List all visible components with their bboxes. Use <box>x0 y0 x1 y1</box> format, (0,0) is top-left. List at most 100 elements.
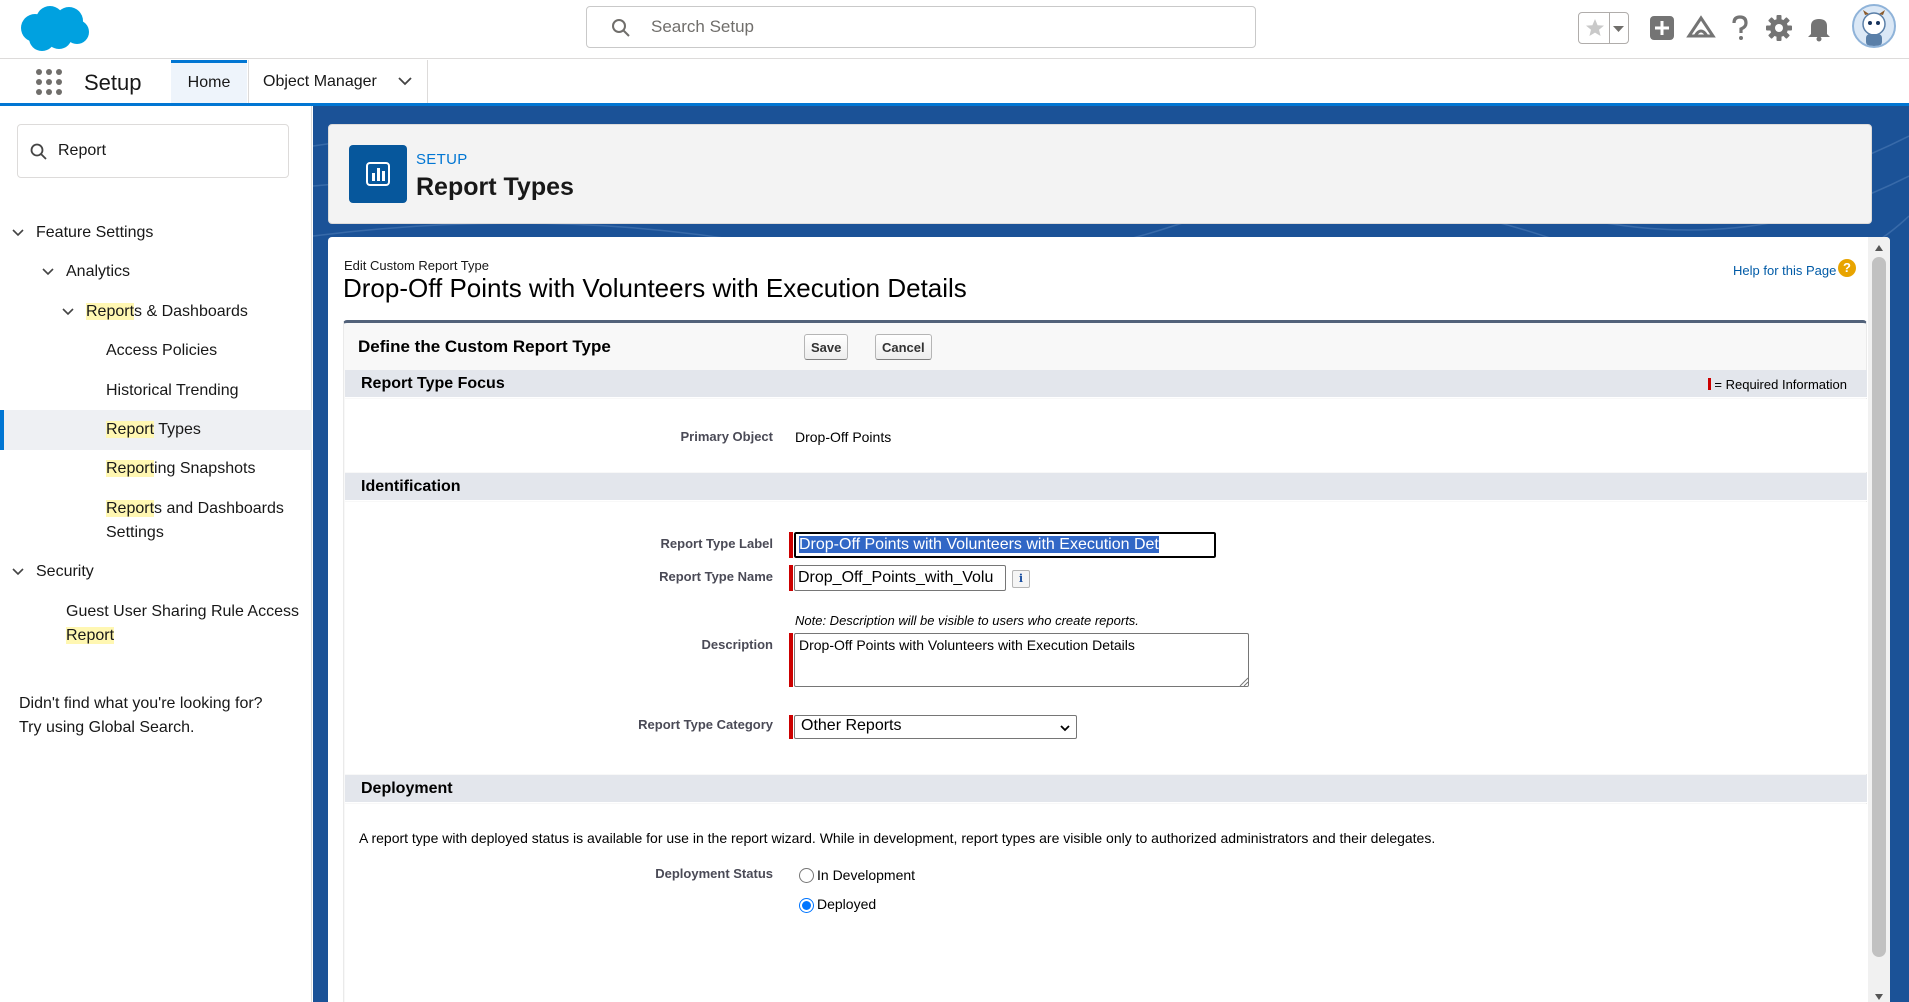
chevron-down-icon[interactable] <box>11 565 25 579</box>
setup-gear-icon[interactable] <box>1763 12 1795 44</box>
edit-title: Drop-Off Points with Volunteers with Exe… <box>343 273 967 303</box>
section-focus-body: Primary Object Drop-Off Points <box>345 399 1867 472</box>
caret-down-icon <box>1613 26 1624 32</box>
tree-item-label: Security <box>36 563 94 580</box>
tree-item-label: s & Dashboards <box>134 303 248 320</box>
edit-content-frame: Edit Custom Report Type Drop-Off Points … <box>328 237 1890 1002</box>
chevron-down-icon <box>1060 725 1070 732</box>
cancel-button[interactable]: Cancel <box>875 334 932 360</box>
tree-item-security[interactable]: Security <box>12 560 94 584</box>
chevron-down-icon[interactable] <box>61 305 75 319</box>
chevron-down-icon[interactable] <box>11 226 25 240</box>
tab-home[interactable]: Home <box>171 60 247 103</box>
report-type-label-input[interactable]: Drop-Off Points with Volunteers with Exe… <box>793 531 1217 559</box>
page-title: Report Types <box>416 173 574 201</box>
report-type-name-label: Report Type Name <box>659 569 773 584</box>
tree-item-analytics[interactable]: Analytics <box>42 260 131 284</box>
radio-in-development-label[interactable]: In Development <box>817 867 915 883</box>
user-avatar[interactable] <box>1852 4 1896 48</box>
vertical-scrollbar[interactable] <box>1868 237 1890 1002</box>
chevron-down-icon[interactable] <box>41 265 55 279</box>
global-actions-add-icon[interactable] <box>1646 12 1678 44</box>
chevron-down-icon[interactable] <box>397 73 413 89</box>
help-for-page-link[interactable]: Help for this Page <box>1733 263 1836 278</box>
section-title: Report Type Focus <box>361 375 505 392</box>
page-header: SETUP Report Types <box>328 124 1872 224</box>
required-legend-text: = Required Information <box>1714 377 1847 392</box>
tree-item-reporting-snapshots[interactable]: Reporting Snapshots <box>106 457 255 481</box>
star-icon <box>1586 19 1604 36</box>
tree-item-label: ing Snapshots <box>154 460 256 477</box>
favorites-group <box>1578 12 1629 44</box>
panel-title: Define the Custom Report Type <box>358 337 611 356</box>
quick-find-input[interactable] <box>58 140 278 162</box>
page-header-eyebrow: SETUP <box>416 151 468 168</box>
tab-object-manager-label: Object Manager <box>263 72 377 90</box>
trailhead-icon[interactable] <box>1685 12 1717 44</box>
section-report-type-focus: Report Type Focus = Required Information <box>345 370 1867 398</box>
global-search-input[interactable] <box>651 15 1231 39</box>
section-deployment: Deployment <box>345 775 1867 803</box>
tree-item-label: Analytics <box>66 263 131 280</box>
tree-item-report-types[interactable]: Report Types <box>106 418 201 442</box>
tab-object-manager[interactable]: Object Manager <box>248 60 428 103</box>
deployment-status-label: Deployment Status <box>655 866 773 881</box>
report-type-name-input[interactable] <box>794 565 1006 591</box>
salesforce-logo[interactable] <box>17 4 91 52</box>
global-header <box>0 0 1909 59</box>
required-indicator <box>789 633 793 687</box>
description-textarea[interactable]: Drop-Off Points with Volunteers with Exe… <box>794 633 1249 687</box>
report-type-category-select[interactable]: Other Reports <box>794 715 1077 739</box>
search-match-highlight: Report <box>106 421 155 438</box>
tree-item-label: Guest User Sharing Rule Access <box>66 603 299 620</box>
section-deployment-body: A report type with deployed status is av… <box>345 804 1867 1002</box>
not-found-line1: Didn't find what you're looking for? <box>19 695 263 712</box>
edit-eyebrow: Edit Custom Report Type <box>344 258 489 273</box>
tree-item-label: Feature Settings <box>36 224 154 241</box>
not-found-help-text: Didn't find what you're looking for? Try… <box>19 692 263 740</box>
tree-item-reports-dashboards[interactable]: Reports & Dashboards <box>62 300 248 324</box>
tree-item-reports-dashboards-settings[interactable]: Reports and Dashboards Settings <box>106 497 284 545</box>
app-nav-bar: Setup Home Object Manager <box>0 60 1909 106</box>
favorites-star-button[interactable] <box>1580 13 1610 43</box>
notifications-bell-icon[interactable] <box>1803 12 1835 44</box>
resize-handle-icon[interactable] <box>1238 676 1248 686</box>
info-icon[interactable]: i <box>1012 570 1030 588</box>
report-type-label-label: Report Type Label <box>660 536 773 551</box>
description-note: Note: Description will be visible to use… <box>795 613 1139 628</box>
description-label: Description <box>701 637 773 652</box>
app-launcher-icon[interactable] <box>35 68 63 96</box>
save-button[interactable]: Save <box>804 334 849 360</box>
section-title: Deployment <box>361 780 453 797</box>
required-marker <box>1708 378 1712 390</box>
setup-sidebar: Feature Settings Analytics Reports & Das… <box>0 106 312 1002</box>
scroll-down-arrow-icon[interactable] <box>1874 992 1884 1002</box>
search-match-highlight: Report <box>106 460 155 477</box>
radio-in-development[interactable] <box>799 868 814 883</box>
tree-item-label: Types <box>154 421 201 438</box>
quick-find-box[interactable] <box>17 124 289 178</box>
required-legend: = Required Information <box>1708 377 1847 392</box>
tree-item-label: Access Policies <box>106 342 218 359</box>
search-match-highlight: Report <box>86 303 135 320</box>
radio-deployed[interactable] <box>799 898 814 913</box>
help-icon[interactable]: ? <box>1838 259 1856 277</box>
primary-object-label: Primary Object <box>680 429 774 444</box>
report-types-icon <box>349 145 407 203</box>
tree-item-access-policies[interactable]: Access Policies <box>106 339 217 363</box>
favorites-dropdown-button[interactable] <box>1609 13 1628 43</box>
scroll-up-arrow-icon[interactable] <box>1874 243 1884 253</box>
section-title: Identification <box>361 478 461 495</box>
tree-item-feature-settings[interactable]: Feature Settings <box>12 221 154 245</box>
app-name: Setup <box>84 70 142 95</box>
scrollbar-thumb[interactable] <box>1872 257 1886 957</box>
tree-item-guest-user-sharing-rule[interactable]: Guest User Sharing Rule Access Report <box>66 600 299 648</box>
help-question-icon[interactable] <box>1724 12 1756 44</box>
search-icon <box>30 143 47 160</box>
radio-deployed-label[interactable]: Deployed <box>817 896 876 912</box>
global-search-hint: Try using Global Search. <box>19 719 195 736</box>
section-identification: Identification <box>345 473 1867 501</box>
global-search-box[interactable] <box>586 6 1256 48</box>
tree-item-historical-trending[interactable]: Historical Trending <box>106 379 239 403</box>
search-match-highlight: Report <box>106 500 155 517</box>
